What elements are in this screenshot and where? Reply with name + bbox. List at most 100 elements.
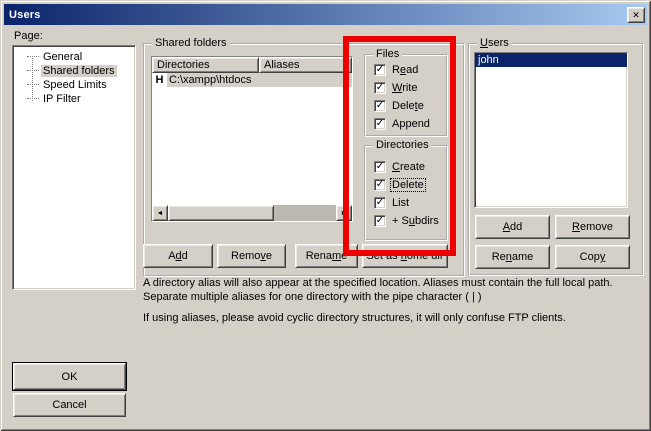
label-part: e	[266, 250, 272, 262]
label-part: ad	[406, 64, 418, 76]
scroll-left-button[interactable]: ◄	[152, 205, 168, 221]
label-part: e	[341, 250, 347, 262]
label-part: d	[182, 250, 188, 262]
alias-help-text: A directory alias will also appear at th…	[143, 276, 647, 325]
help-paragraph: If using aliases, please avoid cyclic di…	[143, 311, 647, 325]
window-title: Users	[4, 9, 41, 21]
label-part: bdirs	[415, 215, 439, 227]
scrollbar-thumb[interactable]	[168, 205, 274, 221]
horizontal-scrollbar[interactable]: ◄ ►	[152, 205, 352, 221]
column-header-directories[interactable]: Directories	[152, 57, 259, 73]
checkbox-checked-icon[interactable]: ✓	[374, 197, 386, 209]
label-part: R	[572, 221, 580, 233]
help-paragraph: A directory alias will also appear at th…	[143, 276, 647, 304]
table-row[interactable]: H C:\xampp\htdocs	[152, 73, 352, 87]
checkbox-label: + Subdirs	[391, 215, 440, 227]
label-part: e	[418, 100, 424, 112]
label-part: m	[332, 250, 341, 262]
tree-branch-icon	[27, 56, 39, 58]
home-dir-flag: H	[152, 74, 167, 86]
label-part: + S	[392, 215, 409, 227]
label-part: emove	[580, 221, 613, 233]
checkbox-checked-icon[interactable]: ✓	[374, 100, 386, 112]
shared-folders-group-label: Shared folders	[152, 37, 230, 50]
checkbox-checked-icon[interactable]: ✓	[374, 215, 386, 227]
checkbox-subdirs[interactable]: ✓ + Subdirs	[374, 214, 440, 228]
checkbox-checked-icon[interactable]: ✓	[374, 161, 386, 173]
checkbox-checked-icon[interactable]: ✓	[374, 64, 386, 76]
close-button[interactable]: ✕	[627, 7, 645, 23]
directories-permissions-group: Directories ✓ Create ✓ Delete ✓ List ✓ +…	[364, 145, 448, 241]
label-part: dd	[510, 221, 522, 233]
sidebar-item-ip-filter[interactable]: IP Filter	[13, 92, 135, 106]
checkbox-create[interactable]: ✓ Create	[374, 160, 426, 174]
label-part: W	[392, 82, 402, 94]
sidebar-item-label: Speed Limits	[41, 79, 109, 91]
button-label: Rename	[492, 251, 534, 263]
sidebar-item-label: General	[41, 51, 84, 63]
checkbox-list[interactable]: ✓ List	[374, 196, 410, 210]
ok-button[interactable]: OK	[13, 363, 126, 390]
arrow-left-icon: ◄	[157, 210, 164, 217]
checkbox-delete-dirs[interactable]: ✓ Delete	[374, 178, 425, 192]
directories-group-label: Directories	[373, 139, 432, 152]
rename-user-button[interactable]: Rename	[475, 245, 550, 269]
button-label: Rename	[306, 250, 348, 262]
arrow-right-icon: ►	[341, 210, 348, 217]
scroll-right-button[interactable]: ►	[336, 205, 352, 221]
label-part: A	[168, 250, 175, 262]
cancel-button[interactable]: Cancel	[13, 393, 126, 417]
column-header-aliases[interactable]: Aliases	[259, 57, 352, 73]
set-as-home-dir-button[interactable]: Set as home dir	[362, 244, 448, 268]
checkbox-checked-icon[interactable]: ✓	[374, 82, 386, 94]
add-directory-button[interactable]: Add	[143, 244, 213, 268]
checkbox-write[interactable]: ✓ Write	[374, 81, 418, 95]
checkbox-append[interactable]: ✓ Append	[374, 117, 431, 131]
scrollbar-track[interactable]	[274, 205, 336, 221]
label-part: Re	[492, 251, 506, 263]
list-item-user-selected[interactable]: john	[475, 53, 627, 67]
button-label: Add	[503, 221, 523, 233]
button-label: Copy	[580, 251, 606, 263]
checkbox-label: Write	[391, 82, 418, 94]
page-label: Page:	[14, 30, 43, 42]
checkbox-read[interactable]: ✓ Read	[374, 63, 419, 77]
remove-directory-button[interactable]: Remove	[217, 244, 286, 268]
title-bar[interactable]: Users	[4, 4, 647, 25]
page-tree: General Shared folders Speed Limits IP F…	[12, 45, 136, 290]
directory-path-cell: C:\xampp\htdocs	[167, 73, 352, 87]
button-label: Set as home dir	[366, 250, 443, 262]
button-label: Remove	[231, 250, 272, 262]
directories-listview: Directories Aliases H C:\xampp\htdocs ◄ …	[151, 56, 353, 222]
button-label: Add	[168, 250, 188, 262]
checkbox-label: Read	[391, 64, 419, 76]
copy-user-button[interactable]: Copy	[555, 245, 630, 269]
checkbox-label: Create	[391, 161, 426, 173]
label-part: Delete	[392, 179, 424, 191]
checkbox-checked-icon[interactable]: ✓	[374, 118, 386, 130]
label-part: U	[480, 37, 488, 49]
sidebar-item-general[interactable]: General	[13, 50, 135, 64]
column-header-label: Aliases	[264, 59, 299, 71]
tree-branch-icon	[27, 98, 39, 100]
column-header-label: Directories	[157, 59, 210, 71]
label-part: A	[503, 221, 510, 233]
tree-branch-icon	[27, 70, 39, 72]
label-part: R	[392, 64, 400, 76]
add-user-button[interactable]: Add	[475, 215, 550, 239]
sidebar-item-label: Shared folders	[41, 65, 117, 77]
label-part: Rena	[306, 250, 332, 262]
label-part: Append	[392, 118, 430, 130]
label-part: rite	[402, 82, 417, 94]
files-permissions-group: Files ✓ Read ✓ Write ✓ Delete ✓ Append	[364, 54, 448, 137]
remove-user-button[interactable]: Remove	[555, 215, 630, 239]
checkbox-label: Delete	[391, 179, 425, 191]
sidebar-item-speed-limits[interactable]: Speed Limits	[13, 78, 135, 92]
users-listbox[interactable]: john	[474, 52, 628, 208]
checkbox-label: Delete	[391, 100, 425, 112]
checkbox-checked-icon[interactable]: ✓	[374, 179, 386, 191]
sidebar-item-shared-folders[interactable]: Shared folders	[13, 64, 135, 78]
label-part: Cop	[580, 251, 600, 263]
checkbox-delete-files[interactable]: ✓ Delete	[374, 99, 425, 113]
rename-directory-button[interactable]: Rename	[295, 244, 358, 268]
